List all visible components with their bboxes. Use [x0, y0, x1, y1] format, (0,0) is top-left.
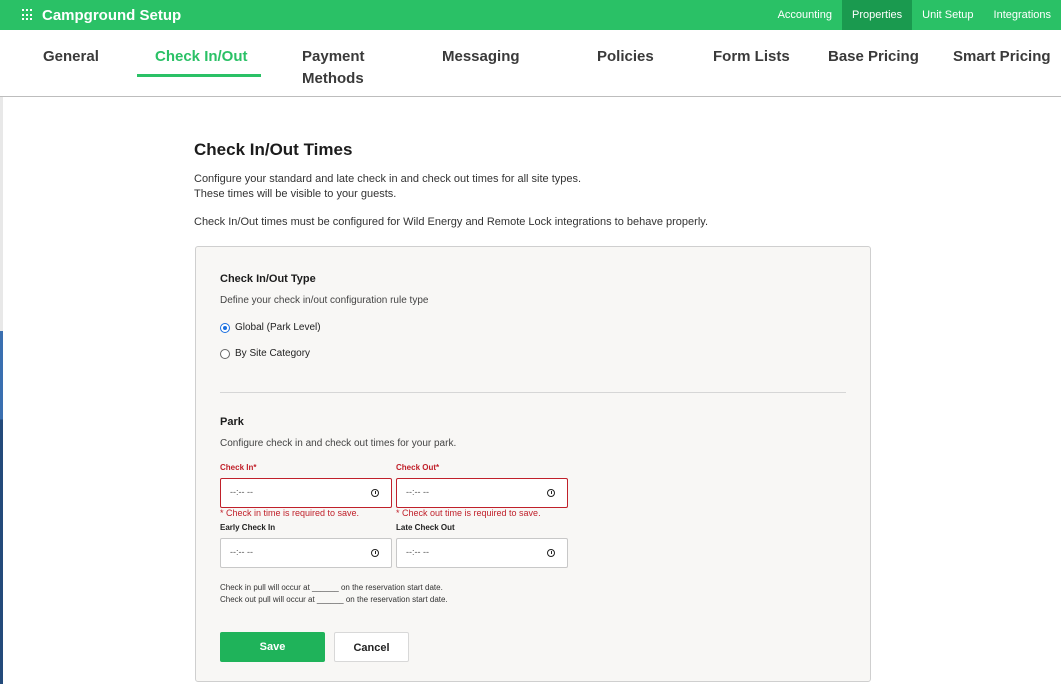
tab-base-pricing[interactable]: Base Pricing	[828, 46, 919, 68]
topnav-properties[interactable]: Properties	[842, 0, 913, 30]
radio-global[interactable]: Global (Park Level)	[220, 322, 321, 333]
early-check-in-placeholder: --:-- --	[230, 547, 253, 557]
radio-unchecked-icon[interactable]	[220, 348, 230, 359]
check-out-label: Check Out*	[396, 463, 440, 472]
radio-checked-icon[interactable]	[220, 322, 230, 333]
top-bar: Campground Setup Accounting Properties U…	[0, 0, 1061, 30]
pull-time-notes: Check in pull will occur at ______ on th…	[220, 582, 448, 606]
tab-payment-methods[interactable]: Payment Methods	[302, 46, 365, 90]
app-title: Campground Setup	[42, 6, 182, 24]
cancel-button[interactable]: Cancel	[334, 632, 409, 662]
left-window-edge	[0, 96, 3, 684]
tab-general[interactable]: General	[43, 46, 99, 68]
save-button[interactable]: Save	[220, 632, 325, 662]
tab-policies[interactable]: Policies	[597, 46, 654, 68]
tab-payment-line1: Payment	[302, 48, 365, 65]
description-line-2: These times will be visible to your gues…	[194, 188, 397, 200]
check-in-error: * Check in time is required to save.	[220, 508, 360, 518]
park-section-title: Park	[220, 416, 244, 428]
park-section-description: Configure check in and check out times f…	[220, 438, 457, 449]
check-in-placeholder: --:-- --	[230, 487, 253, 497]
clock-icon[interactable]	[547, 549, 555, 557]
check-in-pull-text: Check in pull will occur at ______ on th…	[220, 583, 443, 592]
tab-form-lists[interactable]: Form Lists	[713, 46, 790, 68]
page-description: Configure your standard and late check i…	[194, 172, 794, 202]
topnav-integrations[interactable]: Integrations	[984, 0, 1061, 30]
radio-site-category-label: By Site Category	[235, 348, 311, 359]
clock-icon[interactable]	[371, 489, 379, 497]
tab-messaging[interactable]: Messaging	[442, 46, 520, 68]
late-check-out-placeholder: --:-- --	[406, 547, 429, 557]
check-out-error: * Check out time is required to save.	[396, 508, 541, 518]
section-divider	[220, 392, 846, 393]
check-out-pull-text: Check out pull will occur at ______ on t…	[220, 595, 448, 604]
early-check-in-label: Early Check In	[220, 523, 276, 532]
check-out-placeholder: --:-- --	[406, 487, 429, 497]
app-brand[interactable]: Campground Setup	[22, 0, 181, 30]
check-in-out-card: Check In/Out Type Define your check in/o…	[195, 246, 871, 682]
radio-by-site-category[interactable]: By Site Category	[220, 348, 310, 359]
tab-smart-pricing[interactable]: Smart Pricing	[953, 46, 1051, 68]
active-tab-indicator	[137, 74, 261, 77]
clock-icon[interactable]	[371, 549, 379, 557]
check-in-label: Check In*	[220, 463, 257, 472]
late-check-out-label: Late Check Out	[396, 523, 455, 532]
late-check-out-time-input[interactable]: --:-- --	[396, 538, 568, 568]
radio-global-label: Global (Park Level)	[235, 322, 321, 333]
topnav-accounting[interactable]: Accounting	[768, 0, 842, 30]
tab-check-in-out[interactable]: Check In/Out	[155, 46, 248, 68]
early-check-in-time-input[interactable]: --:-- --	[220, 538, 392, 568]
clock-icon[interactable]	[547, 489, 555, 497]
check-in-time-input[interactable]: --:-- --	[220, 478, 392, 508]
topnav-unit-setup[interactable]: Unit Setup	[912, 0, 983, 30]
type-section-description: Define your check in/out configuration r…	[220, 295, 429, 306]
check-out-time-input[interactable]: --:-- --	[396, 478, 568, 508]
integration-note: Check In/Out times must be configured fo…	[194, 216, 708, 228]
top-nav: Accounting Properties Unit Setup Integra…	[768, 0, 1061, 30]
tab-payment-line2: Methods	[302, 70, 364, 87]
settings-tabs: General Check In/Out Payment Methods Mes…	[0, 30, 1061, 97]
page-title: Check In/Out Times	[194, 140, 353, 159]
description-line-1: Configure your standard and late check i…	[194, 173, 582, 185]
apps-grid-icon[interactable]	[22, 9, 34, 21]
type-section-title: Check In/Out Type	[220, 273, 316, 285]
